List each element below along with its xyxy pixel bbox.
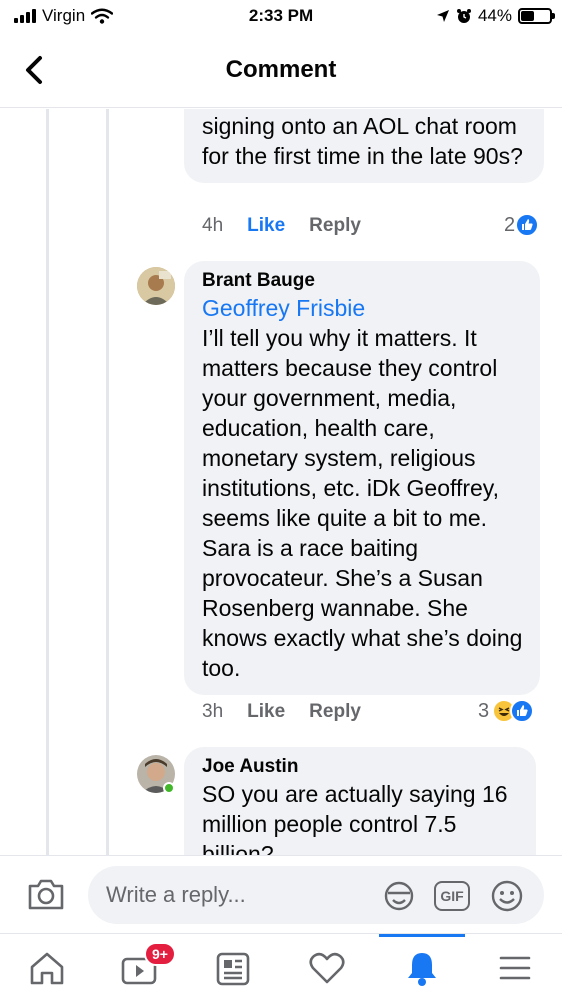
emoji-icon <box>491 880 523 912</box>
thread-line <box>46 109 49 855</box>
online-status-dot <box>163 782 175 794</box>
comment-bubble[interactable]: signing onto an AOL chat room for the fi… <box>184 109 544 183</box>
comment-text: I’ll tell you why it matters. It matters… <box>202 325 523 681</box>
reply-line <box>106 109 109 855</box>
comment-text: signing onto an AOL chat room for the fi… <box>202 113 523 169</box>
reply-input[interactable] <box>106 866 376 924</box>
comment-thread[interactable]: signing onto an AOL chat room for the fi… <box>0 109 562 855</box>
reply-button[interactable]: Reply <box>309 701 361 723</box>
status-bar: Virgin 2:33 PM 44% <box>0 0 562 34</box>
comment-actions: 3h Like Reply <box>202 701 361 723</box>
nav-dating[interactable] <box>282 934 372 1000</box>
nav-menu[interactable] <box>470 934 560 1000</box>
like-button[interactable]: Like <box>247 215 285 237</box>
nav-news[interactable] <box>188 934 278 1000</box>
reply-box: GIF <box>88 866 544 924</box>
bottom-nav: 9+ <box>0 933 562 1000</box>
notification-badge: 9+ <box>144 942 176 966</box>
nav-home[interactable] <box>2 934 92 1000</box>
location-icon <box>436 10 449 22</box>
comment-bubble[interactable]: Brant Bauge Geoffrey Frisbie I’ll tell y… <box>184 261 540 695</box>
like-icon <box>515 213 540 237</box>
battery-icon <box>518 8 555 24</box>
nav-notifications[interactable] <box>377 934 467 1000</box>
notifications-icon <box>408 952 436 986</box>
like-icon <box>510 699 535 723</box>
reaction-summary[interactable]: 2 <box>504 213 540 237</box>
home-icon <box>30 952 64 984</box>
dating-icon <box>309 952 345 983</box>
avatar[interactable] <box>137 267 175 305</box>
news-icon <box>216 952 250 985</box>
alarm-icon <box>456 9 471 23</box>
comment-time: 3h <box>202 701 224 722</box>
comment-bubble[interactable]: Joe Austin SO you are actually saying 16… <box>184 747 536 855</box>
reply-composer: GIF <box>0 855 562 933</box>
comment-actions: 4h Like Reply <box>202 215 361 237</box>
mention-link[interactable]: Geoffrey Frisbie <box>202 293 524 323</box>
sticker-icon <box>384 881 414 911</box>
reaction-count: 2 <box>504 213 516 236</box>
reaction-count: 3 <box>478 699 490 722</box>
comment-author[interactable]: Joe Austin <box>202 755 520 779</box>
header: Comment <box>0 34 562 108</box>
camera-button[interactable] <box>26 876 66 912</box>
comment-author[interactable]: Brant Bauge <box>202 269 524 293</box>
nav-watch[interactable]: 9+ <box>94 934 184 1000</box>
menu-icon <box>499 956 531 979</box>
page-title: Comment <box>225 56 337 83</box>
reply-button[interactable]: Reply <box>309 215 361 237</box>
status-right: 44% <box>436 6 555 26</box>
battery-percent: 44% <box>477 6 512 25</box>
camera-icon <box>28 879 64 910</box>
reaction-summary[interactable]: 3 <box>478 699 535 723</box>
comment-text: SO you are actually saying 16 million pe… <box>202 781 508 855</box>
comment-time: 4h <box>202 215 224 236</box>
emoji-button[interactable] <box>490 879 524 913</box>
battery-fill <box>521 11 535 21</box>
sticker-button[interactable] <box>382 881 416 911</box>
like-button[interactable]: Like <box>247 701 285 723</box>
gif-button[interactable]: GIF <box>434 881 470 911</box>
